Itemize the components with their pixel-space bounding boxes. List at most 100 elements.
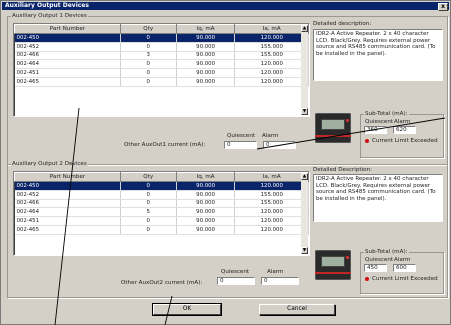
ia-cell: 120.000 [234,77,309,87]
col-part-number[interactable]: Part Number [14,24,121,34]
qty-cell: 0 [120,199,177,209]
iq-cell: 90.000 [176,225,236,235]
scroll-down-icon[interactable]: ▼ [301,108,308,115]
part-number-cell: 002-452 [14,42,121,52]
aux2-quiescent-input[interactable]: 0 [217,277,255,285]
ia-cell: 155.000 [234,42,309,52]
iq-cell: 90.000 [176,190,236,200]
aux2-alarm-input[interactable]: 0 [261,277,299,285]
col-iq[interactable]: Iq, mA [175,24,236,34]
current-limit-led-icon [365,139,369,143]
aux-output-1-group: Auxiliary Output 1 Devices Part Number Q… [7,13,448,165]
aux1-scrollbar[interactable]: ▲ ▼ [301,25,308,115]
iq-cell: 90.000 [176,42,236,52]
table-row[interactable]: 002-452 0 90.000 155.000 [14,42,309,52]
ia-cell: 155.000 [234,190,309,200]
aux2-subtotal-quiescent-value: 450 [364,264,387,272]
aux2-quiescent-label: Quiescent [221,269,250,275]
qty-cell: 0 [120,181,177,191]
col-qty[interactable]: Qty [119,172,177,182]
ia-cell: 120.000 [234,68,309,78]
part-number-cell: 002-451 [14,216,121,226]
table-row[interactable]: 002-465 0 90.000 120.000 [14,225,309,235]
col-ia[interactable]: Ia, mA [234,172,309,182]
aux2-alarm-label: Alarm [267,269,284,275]
iq-cell: 90.000 [176,216,236,226]
ia-cell: 120.000 [234,225,309,235]
aux1-alarm-label: Alarm [262,133,279,139]
aux-output-dialog: Auxiliary Output Devices x Auxiliary Out… [0,0,451,325]
ia-cell: 155.000 [234,51,309,61]
aux2-device-table[interactable]: Part Number Qty Iq, mA Ia, mA 002-450 0 90… [13,171,310,256]
iq-cell: 90.000 [176,199,236,209]
aux1-description-label: Detailed description: [313,21,372,27]
aux2-description-text: IDR2-A Active Repeater. 2 x 40 character… [313,174,443,222]
table-row[interactable]: 002-466 3 90.000 155.000 [14,51,309,61]
scroll-up-icon[interactable]: ▲ [301,173,308,180]
current-limit-led-icon [365,277,369,281]
aux1-subtotal-label: Sub-Total (mA): [364,111,409,117]
aux-output-1-title: Auxiliary Output 1 Devices [11,13,88,19]
iq-cell: 90.000 [176,59,236,70]
aux1-quiescent-input[interactable]: 0 [224,141,257,149]
aux1-current-limit-label: Current Limit Exceeded [372,138,438,144]
aux-output-2-group: Auxiliary Output 2 Devices Part Number Q… [7,161,448,298]
table-row[interactable]: 002-465 0 90.000 120.000 [14,77,309,87]
aux2-subtotal-alarm-label: Alarm [394,257,411,263]
part-number-cell: 002-464 [14,59,121,70]
table-row[interactable]: 002-464 5 90.000 120.000 [14,207,309,218]
table-row[interactable]: 002-452 0 90.000 155.000 [14,190,309,200]
ia-cell: 155.000 [234,199,309,209]
aux1-description-text: IDR2-A Active Repeater. 2 x 40 character… [313,29,443,81]
title-bar: Auxiliary Output Devices x [2,2,449,11]
part-number-cell: 002-465 [14,225,121,235]
aux2-subtotal-quiescent-label: Quiescent [365,257,394,263]
table-row[interactable]: 002-450 0 90.000 120.000 [14,33,309,43]
aux1-subtotal-quiescent-value: 360 [364,126,387,134]
aux2-scrollbar[interactable]: ▲ ▼ [301,173,308,254]
part-number-cell: 002-450 [14,33,121,43]
ia-cell: 120.000 [234,59,309,70]
aux1-subtotal-alarm-value: 620 [393,126,416,134]
table-row[interactable]: 002-451 0 90.000 120.000 [14,68,309,78]
aux2-other-current-label: Other AuxOut2 current (mA): [121,280,203,286]
aux1-device-table[interactable]: Part Number Qty Iq, mA Ia, mA 002-450 0 90… [13,23,310,117]
qty-cell: 0 [120,225,177,235]
cancel-button[interactable]: Cancel [259,304,335,315]
col-part-number[interactable]: Part Number [14,172,121,182]
col-qty[interactable]: Qty [119,24,177,34]
qty-cell: 0 [120,33,177,43]
part-number-cell: 002-465 [14,77,121,87]
close-icon[interactable]: x [438,3,448,11]
qty-cell: 0 [120,77,177,87]
qty-cell: 0 [120,68,177,78]
qty-cell: 0 [120,216,177,226]
part-number-cell: 002-466 [14,199,121,209]
repeater-device-image [315,113,351,143]
ia-cell: 120.000 [234,207,309,218]
col-iq[interactable]: Iq, mA [175,172,236,182]
ok-button[interactable]: OK [152,303,222,316]
table-header: Part Number Qty Iq, mA Ia, mA [14,24,309,34]
scroll-down-icon[interactable]: ▼ [301,247,308,254]
aux1-subtotal-quiescent-label: Quiescent [365,119,394,125]
table-row[interactable]: 002-464 0 90.000 120.000 [14,59,309,70]
iq-cell: 90.000 [176,51,236,61]
dialog-title: Auxiliary Output Devices [5,2,89,9]
table-row[interactable]: 002-451 0 90.000 120.000 [14,216,309,226]
qty-cell: 3 [120,51,177,61]
table-row[interactable]: 002-450 0 90.000 120.000 [14,181,309,191]
part-number-cell: 002-452 [14,190,121,200]
iq-cell: 90.000 [176,181,236,191]
iq-cell: 90.000 [176,77,236,87]
aux1-alarm-input[interactable]: 0 [263,141,296,149]
aux1-quiescent-label: Quiescent [227,133,256,139]
qty-cell: 0 [120,190,177,200]
col-ia[interactable]: Ia, mA [234,24,309,34]
table-row[interactable]: 002-466 0 90.000 155.000 [14,199,309,209]
qty-cell: 0 [120,42,177,52]
aux-output-2-title: Auxiliary Output 2 Devices [11,161,88,167]
ia-cell: 120.000 [234,216,309,226]
scroll-up-icon[interactable]: ▲ [301,25,308,32]
qty-cell: 0 [120,59,177,70]
